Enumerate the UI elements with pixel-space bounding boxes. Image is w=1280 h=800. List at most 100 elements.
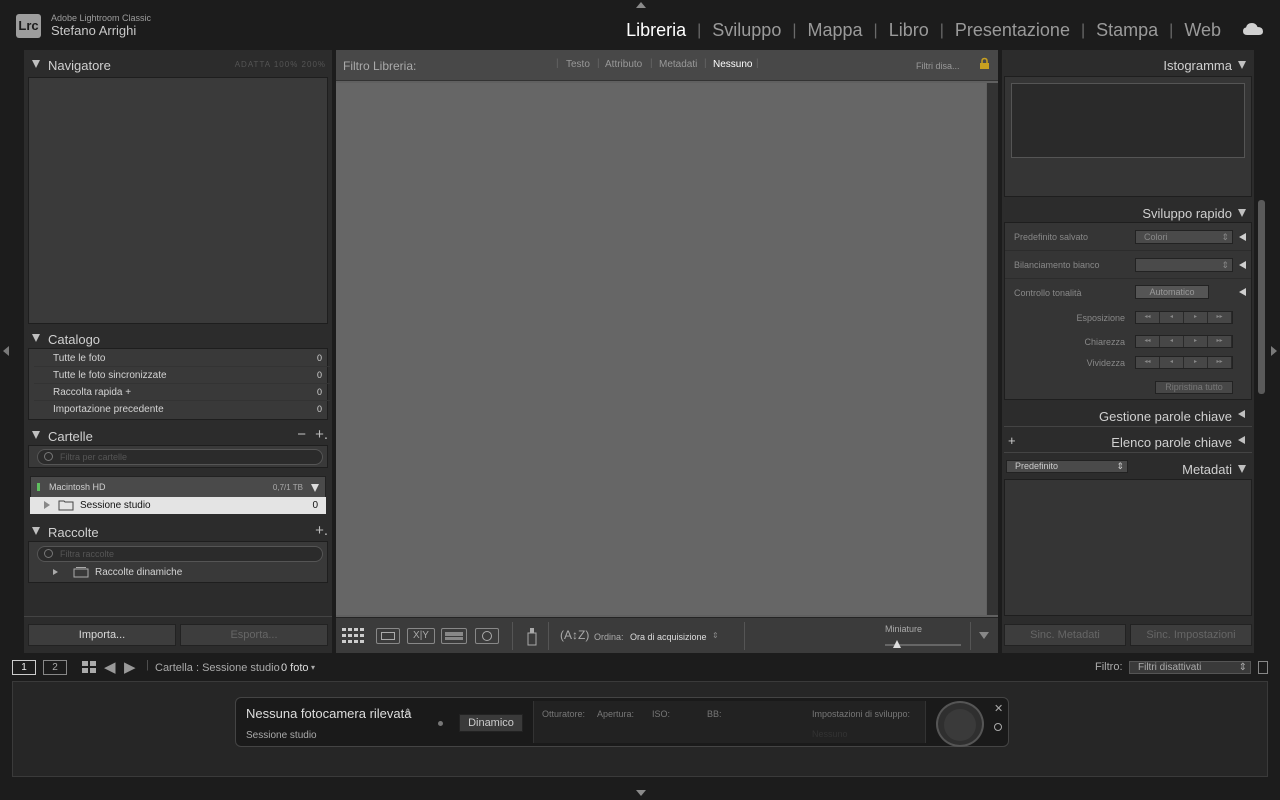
volume-header[interactable]: Macintosh HD 0,7/1 TB bbox=[30, 476, 326, 498]
decrease-small-icon[interactable]: ◂ bbox=[1160, 336, 1184, 347]
expand-triangle-icon[interactable] bbox=[44, 501, 50, 509]
forward-arrow-icon[interactable]: ▶ bbox=[124, 658, 136, 676]
tether-session-name[interactable]: Sessione studio bbox=[246, 730, 317, 741]
increase-large-icon[interactable]: ▸▸ bbox=[1208, 336, 1232, 347]
module-presentazione[interactable]: Presentazione bbox=[944, 20, 1081, 41]
folder-sessione-studio[interactable]: Sessione studio 0 bbox=[30, 497, 326, 514]
remove-folder-button[interactable]: − bbox=[297, 426, 306, 443]
cloud-icon[interactable] bbox=[1242, 20, 1264, 38]
shutter-button[interactable] bbox=[936, 701, 984, 747]
add-folder-button[interactable]: +. bbox=[315, 426, 328, 443]
secondary-window-button[interactable]: 2 bbox=[43, 660, 67, 675]
decrease-large-icon[interactable]: ◂◂ bbox=[1136, 336, 1160, 347]
increase-small-icon[interactable]: ▸ bbox=[1184, 336, 1208, 347]
sync-settings-button[interactable]: Sinc. Impostazioni bbox=[1130, 624, 1252, 646]
increase-large-icon[interactable]: ▸▸ bbox=[1208, 357, 1232, 368]
slider-thumb[interactable] bbox=[893, 640, 901, 648]
module-web[interactable]: Web bbox=[1173, 20, 1232, 41]
decrease-small-icon[interactable]: ◂ bbox=[1160, 312, 1184, 323]
keyword-list-header[interactable]: + Elenco parole chiave bbox=[1002, 429, 1254, 453]
filmstrip-source[interactable]: Cartella : Sessione studio bbox=[155, 662, 280, 674]
sync-metadata-button[interactable]: Sinc. Metadati bbox=[1004, 624, 1126, 646]
survey-view-icon[interactable] bbox=[441, 628, 467, 644]
filter-tab-none[interactable]: Nessuno bbox=[713, 59, 752, 70]
auto-tone-button[interactable]: Automatico bbox=[1135, 285, 1209, 299]
sort-select-chevron-icon[interactable]: ⇕ bbox=[712, 631, 719, 640]
navigator-zoom-options[interactable]: ADATTA 100% 200% bbox=[235, 60, 326, 69]
grid-view-icon[interactable] bbox=[82, 661, 96, 674]
left-panel-toggle-icon[interactable] bbox=[3, 346, 9, 356]
increase-large-icon[interactable]: ▸▸ bbox=[1208, 312, 1232, 323]
expand-left-triangle-icon[interactable] bbox=[1239, 288, 1246, 296]
clarity-stepper[interactable]: ◂◂ ◂ ▸ ▸▸ bbox=[1135, 335, 1233, 348]
filter-preset-select[interactable]: Filtri disa... bbox=[916, 61, 960, 71]
people-view-icon[interactable] bbox=[475, 628, 499, 644]
top-panel-toggle-icon[interactable] bbox=[636, 2, 646, 8]
filmstrip-lock-icon[interactable] bbox=[1258, 661, 1268, 674]
reset-all-button[interactable]: Ripristina tutto bbox=[1155, 381, 1233, 394]
toolbar-options-chevron-icon[interactable] bbox=[979, 632, 989, 639]
sort-select[interactable]: Ora di acquisizione bbox=[630, 632, 707, 642]
increase-small-icon[interactable]: ▸ bbox=[1184, 312, 1208, 323]
compare-view-icon[interactable]: X|Y bbox=[407, 628, 435, 644]
filmstrip-filter-select[interactable]: Filtri disattivati ⇕ bbox=[1129, 661, 1251, 674]
increase-small-icon[interactable]: ▸ bbox=[1184, 357, 1208, 368]
tether-camera-select[interactable]: Nessuna fotocamera rilevata bbox=[246, 706, 411, 721]
grid-view-icon[interactable] bbox=[342, 628, 364, 643]
metadata-preset-select[interactable]: Predefinito ⇕ bbox=[1006, 460, 1128, 473]
tether-mode-button[interactable]: Dinamico bbox=[459, 714, 523, 732]
filmstrip-count[interactable]: 0 foto bbox=[281, 662, 309, 674]
thumbnail-grid[interactable] bbox=[336, 83, 986, 615]
decrease-large-icon[interactable]: ◂◂ bbox=[1136, 357, 1160, 368]
main-window-button[interactable]: 1 bbox=[12, 660, 36, 675]
catalog-item-synced[interactable]: Tutte le foto sincronizzate 0 bbox=[34, 368, 330, 384]
loupe-view-icon[interactable] bbox=[376, 628, 400, 644]
export-button[interactable]: Esporta... bbox=[180, 624, 328, 646]
keywording-header[interactable]: Gestione parole chiave bbox=[1002, 403, 1254, 427]
sort-direction-icon[interactable]: (A↕Z) bbox=[560, 628, 589, 642]
exposure-label: Esposizione bbox=[1076, 313, 1125, 323]
module-sviluppo[interactable]: Sviluppo bbox=[701, 20, 792, 41]
collections-search-input[interactable]: Filtra raccolte bbox=[37, 546, 323, 562]
develop-settings-select[interactable]: Nessuno bbox=[812, 729, 848, 739]
module-mappa[interactable]: Mappa bbox=[796, 20, 873, 41]
close-icon[interactable]: ✕ bbox=[994, 702, 1003, 715]
catalog-item-quick-collection[interactable]: Raccolta rapida + 0 bbox=[34, 385, 330, 401]
catalog-item-all-photos[interactable]: Tutte le foto 0 bbox=[34, 351, 330, 367]
tether-settings-icon[interactable] bbox=[994, 723, 1002, 731]
metadata-header[interactable]: Predefinito ⇕ Metadati bbox=[1002, 456, 1254, 480]
bottom-panel-toggle-icon[interactable] bbox=[636, 790, 646, 796]
painter-spray-icon[interactable] bbox=[526, 626, 538, 646]
module-stampa[interactable]: Stampa bbox=[1085, 20, 1169, 41]
histogram-header[interactable]: Istogramma bbox=[1002, 52, 1254, 76]
vibrance-stepper[interactable]: ◂◂ ◂ ▸ ▸▸ bbox=[1135, 356, 1233, 369]
expand-triangle-icon[interactable] bbox=[53, 569, 58, 575]
module-libreria[interactable]: Libreria bbox=[615, 20, 697, 41]
import-button[interactable]: Importa... bbox=[28, 624, 176, 646]
decrease-small-icon[interactable]: ◂ bbox=[1160, 357, 1184, 368]
white-balance-select[interactable]: ⇕ bbox=[1135, 258, 1233, 272]
exposure-stepper[interactable]: ◂◂ ◂ ▸ ▸▸ bbox=[1135, 311, 1233, 324]
module-libro[interactable]: Libro bbox=[878, 20, 940, 41]
chevron-down-icon[interactable]: ▾ bbox=[311, 663, 315, 672]
catalog-item-previous-import[interactable]: Importazione precedente 0 bbox=[34, 402, 330, 418]
saved-preset-select[interactable]: Colori ⇕ bbox=[1135, 230, 1233, 244]
right-panel-scrollbar[interactable] bbox=[1258, 200, 1265, 394]
back-arrow-icon[interactable]: ◀ bbox=[104, 658, 116, 676]
lock-icon[interactable] bbox=[979, 57, 990, 70]
filter-tab-attribute[interactable]: Attributo bbox=[605, 59, 642, 70]
expand-left-triangle-icon[interactable] bbox=[1239, 261, 1246, 269]
folders-search-input[interactable]: Filtra per cartelle bbox=[37, 449, 323, 465]
filter-tab-metadata[interactable]: Metadati bbox=[659, 59, 697, 70]
grid-scrollbar[interactable] bbox=[987, 83, 998, 615]
quick-develop-header[interactable]: Sviluppo rapido bbox=[1002, 200, 1254, 224]
expand-left-triangle-icon[interactable] bbox=[1239, 233, 1246, 241]
add-keyword-button[interactable]: + bbox=[1008, 433, 1016, 448]
collection-set-label[interactable]: Raccolte dinamiche bbox=[95, 567, 182, 578]
decrease-large-icon[interactable]: ◂◂ bbox=[1136, 312, 1160, 323]
navigator-header[interactable]: Navigatore ADATTA 100% 200% bbox=[24, 52, 332, 78]
filter-tab-text[interactable]: Testo bbox=[566, 59, 590, 70]
add-collection-button[interactable]: +. bbox=[315, 522, 328, 539]
volume-menu-icon[interactable] bbox=[311, 484, 319, 492]
right-panel-toggle-icon[interactable] bbox=[1271, 346, 1277, 356]
